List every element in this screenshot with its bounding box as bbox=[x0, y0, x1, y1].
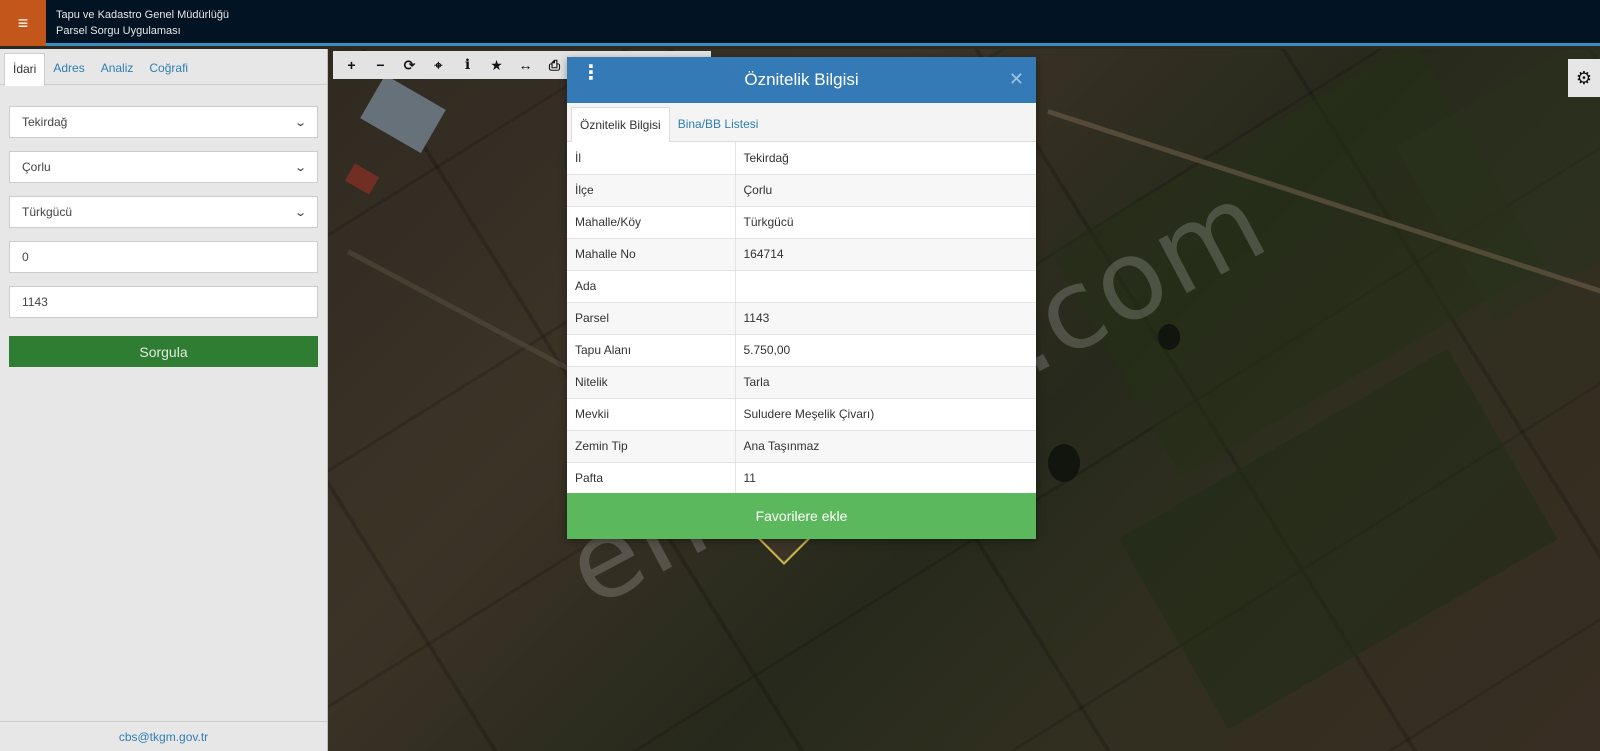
attr-value: 5.750,00 bbox=[735, 334, 1036, 367]
tab-bina-bb-listesi[interactable]: Bina/BB Listesi bbox=[670, 107, 767, 141]
gear-icon[interactable]: ⚙ bbox=[1568, 59, 1600, 97]
app-title-line1: Tapu ve Kadastro Genel Müdürlüğü bbox=[56, 9, 230, 21]
app-header: ≡ Tapu ve Kadastro Genel Müdürlüğü Parse… bbox=[0, 0, 1600, 46]
attr-key: İlçe bbox=[567, 174, 736, 207]
attr-key: Mevkii bbox=[567, 398, 736, 431]
close-icon[interactable]: ✕ bbox=[1009, 69, 1024, 90]
attr-value: 164714 bbox=[735, 238, 1036, 271]
hamburger-icon[interactable]: ≡ bbox=[0, 0, 46, 46]
tab-analiz[interactable]: Analiz bbox=[93, 53, 142, 84]
attr-value: Suludere Meşelik Çivarı) bbox=[735, 398, 1036, 431]
attr-key: İl bbox=[567, 142, 736, 175]
attr-value: 1143 bbox=[735, 302, 1036, 335]
attr-value: Tarla bbox=[735, 366, 1036, 399]
attr-key: Mahalle/Köy bbox=[567, 206, 736, 239]
table-row: Parsel 1143 bbox=[567, 302, 1036, 335]
add-to-favorites-button[interactable]: Favorilere ekle bbox=[567, 493, 1036, 539]
modal-title: Öznitelik Bilgisi bbox=[744, 70, 859, 89]
table-row: Ada bbox=[567, 270, 1036, 303]
ilce-select[interactable]: Çorlu ⌄ bbox=[9, 151, 318, 183]
attribute-info-modal: ⋮ Öznitelik Bilgisi ✕ Öznitelik Bilgisi … bbox=[567, 57, 1036, 539]
ilce-select-value: Çorlu bbox=[22, 160, 51, 174]
attr-value bbox=[735, 270, 1036, 303]
tab-cografi[interactable]: Coğrafi bbox=[141, 53, 196, 84]
kebab-menu-icon[interactable]: ⋮ bbox=[581, 63, 601, 83]
attr-value: 11 bbox=[735, 462, 1036, 495]
sidebar: İdari Adres Analiz Coğrafi Tekirdağ ⌄ Ço… bbox=[0, 49, 328, 751]
chevron-down-icon: ⌄ bbox=[293, 161, 307, 174]
sidebar-tabs: İdari Adres Analiz Coğrafi bbox=[0, 49, 327, 86]
print-icon[interactable]: ⎙ bbox=[540, 51, 569, 79]
locate-icon[interactable]: ⌖ bbox=[424, 51, 453, 79]
attr-key: Zemin Tip bbox=[567, 430, 736, 463]
attr-key: Tapu Alanı bbox=[567, 334, 736, 367]
chevron-down-icon: ⌄ bbox=[293, 116, 307, 129]
attr-value: Ana Taşınmaz bbox=[735, 430, 1036, 463]
table-row: Tapu Alanı 5.750,00 bbox=[567, 334, 1036, 367]
attr-key: Pafta bbox=[567, 462, 736, 495]
measure-icon[interactable]: ↔ bbox=[511, 51, 540, 79]
table-row: İlçe Çorlu bbox=[567, 174, 1036, 207]
attribute-table: İl Tekirdağ İlçe Çorlu Mahalle/Köy Türkgücü… bbox=[567, 142, 1036, 495]
tab-oznitelik-bilgisi[interactable]: Öznitelik Bilgisi bbox=[571, 107, 670, 142]
table-row: Mevkii Suludere Meşelik Çivarı) bbox=[567, 398, 1036, 431]
tab-idari[interactable]: İdari bbox=[4, 53, 46, 86]
attr-key: Mahalle No bbox=[567, 238, 736, 271]
attr-value: Türkgücü bbox=[735, 206, 1036, 239]
parcel-outline-inner bbox=[760, 538, 808, 562]
attr-value: Çorlu bbox=[735, 174, 1036, 207]
chevron-down-icon: ⌄ bbox=[293, 206, 307, 219]
table-row: Nitelik Tarla bbox=[567, 366, 1036, 399]
table-row: Mahalle No 164714 bbox=[567, 238, 1036, 271]
il-select-value: Tekirdağ bbox=[22, 115, 68, 129]
app-title-line2: Parsel Sorgu Uygulaması bbox=[56, 25, 181, 37]
star-icon[interactable]: ★ bbox=[482, 51, 511, 79]
sorgula-button[interactable]: Sorgula bbox=[9, 336, 318, 367]
mahalle-select[interactable]: Türkgücü ⌄ bbox=[9, 196, 318, 228]
parsel-input[interactable]: 1143 bbox=[9, 286, 318, 318]
table-row: İl Tekirdağ bbox=[567, 142, 1036, 175]
contact-email-link[interactable]: cbs@tkgm.gov.tr bbox=[0, 721, 327, 751]
app-title: Tapu ve Kadastro Genel Müdürlüğü Parsel … bbox=[56, 7, 229, 39]
attr-key: Nitelik bbox=[567, 366, 736, 399]
table-row: Mahalle/Köy Türkgücü bbox=[567, 206, 1036, 239]
tab-adres[interactable]: Adres bbox=[45, 53, 92, 84]
modal-header: ⋮ Öznitelik Bilgisi ✕ bbox=[567, 57, 1036, 103]
ada-input[interactable]: 0 bbox=[9, 241, 318, 273]
attr-key: Ada bbox=[567, 270, 736, 303]
refresh-icon[interactable]: ⟳ bbox=[395, 51, 424, 79]
parsel-input-value: 1143 bbox=[22, 295, 48, 309]
table-row: Pafta 11 bbox=[567, 462, 1036, 495]
table-row: Zemin Tip Ana Taşınmaz bbox=[567, 430, 1036, 463]
attr-key: Parsel bbox=[567, 302, 736, 335]
zoom-in-icon[interactable]: + bbox=[337, 51, 366, 79]
attr-value: Tekirdağ bbox=[735, 142, 1036, 175]
mahalle-select-value: Türkgücü bbox=[22, 205, 73, 219]
zoom-out-icon[interactable]: − bbox=[366, 51, 395, 79]
ada-input-value: 0 bbox=[22, 250, 29, 264]
modal-tabs: Öznitelik Bilgisi Bina/BB Listesi bbox=[567, 103, 1036, 142]
il-select[interactable]: Tekirdağ ⌄ bbox=[9, 106, 318, 138]
info-icon[interactable]: i bbox=[453, 51, 482, 79]
